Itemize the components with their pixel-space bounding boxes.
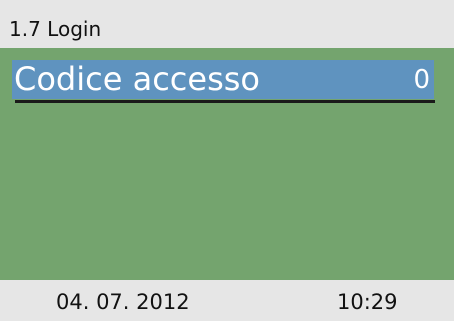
header-bar: 1.7 Login <box>0 0 454 48</box>
device-display: 1.7 Login Codice accesso 0 04. 07. 2012 … <box>0 0 454 321</box>
page-title: 1.7 Login <box>9 17 102 41</box>
main-panel: Codice accesso 0 <box>0 48 454 280</box>
field-underline <box>15 100 435 103</box>
access-code-label: Codice accesso <box>14 60 260 98</box>
status-bar: 04. 07. 2012 10:29 <box>0 280 454 321</box>
access-code-field[interactable]: Codice accesso 0 <box>12 60 434 99</box>
time-display: 10:29 <box>337 290 398 314</box>
date-display: 04. 07. 2012 <box>56 290 190 314</box>
access-code-value[interactable]: 0 <box>413 62 430 98</box>
